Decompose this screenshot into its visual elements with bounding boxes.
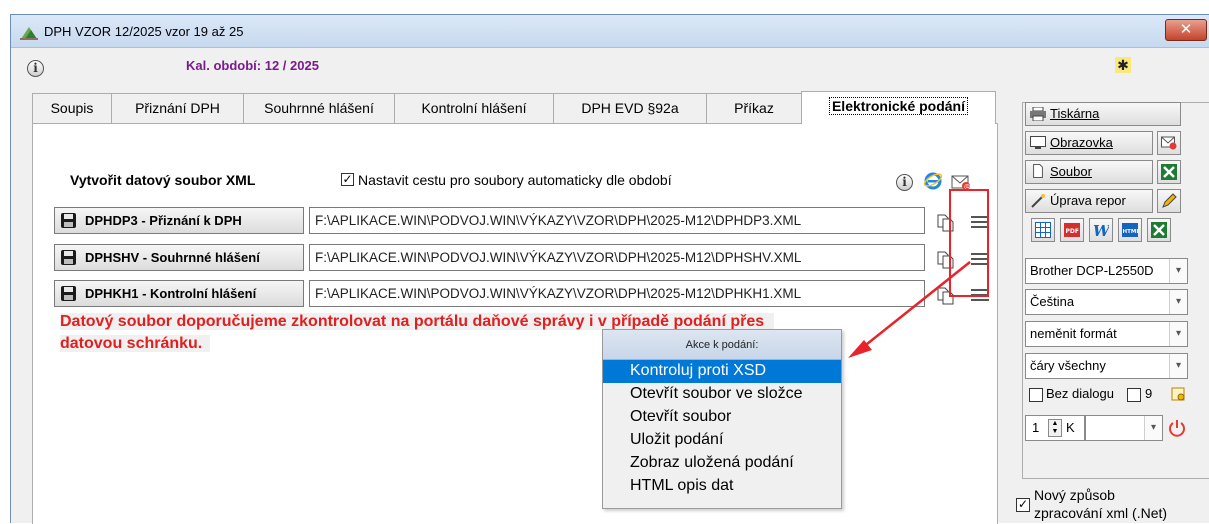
printer-icon (1030, 107, 1046, 121)
format-select[interactable]: neměnit formát ▾ (1025, 321, 1188, 347)
tab-soupis[interactable]: Soupis (32, 93, 112, 123)
new-xml-label-line2: zpracování xml (.Net) (1034, 505, 1168, 521)
tab-priznani-dph[interactable]: Přiznání DPH (111, 93, 244, 123)
svg-text:HTML: HTML (1123, 229, 1139, 235)
menu-item-show-saved[interactable]: Zobraz uložená podání (603, 452, 841, 475)
copies-spinner[interactable]: 1 ▲ ▼ K (1025, 415, 1085, 441)
tab-souhrnne-hlaseni[interactable]: Souhrnné hlášení (243, 93, 395, 123)
title-bar: DPH VZOR 12/2025 vzor 19 až 25 ✕ (11, 15, 1209, 48)
new-xml-checkbox[interactable]: ✓ (1016, 498, 1030, 512)
html-export-button[interactable]: HTML (1118, 218, 1142, 242)
help-info-icon[interactable]: i (896, 174, 913, 191)
info-icon[interactable]: i (27, 60, 44, 77)
design-report-button[interactable] (1157, 189, 1181, 213)
menu-item-open-file[interactable]: Otevřít soubor (603, 406, 841, 429)
menu-item-html-dump[interactable]: HTML opis dat (603, 475, 841, 498)
excel-output-button[interactable] (1157, 160, 1181, 184)
power-icon[interactable] (1168, 419, 1186, 437)
language-select[interactable]: Čeština ▾ (1025, 289, 1188, 315)
nine-label: 9 (1145, 386, 1153, 401)
window-title: DPH VZOR 12/2025 vzor 19 až 25 (44, 24, 244, 39)
tab-prikaz[interactable]: Příkaz (706, 93, 802, 123)
dphkh1-path-input[interactable]: F:\APLIKACE.WIN\PODVOJ.WIN\VÝKAZY\VZOR\D… (309, 280, 925, 307)
chevron-down-icon: ▾ (1169, 259, 1187, 283)
key-icon[interactable] (1170, 386, 1188, 404)
menu-item-open-folder[interactable]: Otevřít soubor ve složce (603, 383, 841, 406)
pencil-icon (1162, 193, 1177, 208)
table-icon (1035, 222, 1051, 238)
file-button[interactable]: Soubor (1025, 160, 1153, 184)
word-icon: W (1093, 222, 1109, 238)
excel-icon (1161, 164, 1177, 180)
menu-item-save-filing[interactable]: Uložit podání (603, 429, 841, 452)
tab-elektronicke-podani[interactable]: Elektronické podání (801, 91, 996, 124)
floppy-disk-icon (61, 250, 76, 265)
auto-path-checkbox[interactable]: ✓ (341, 173, 354, 186)
k-label: K (1066, 420, 1075, 435)
floppy-disk-icon (61, 286, 76, 301)
email-output-button[interactable] (1157, 131, 1181, 155)
excel-export-button[interactable] (1147, 218, 1171, 242)
dphdp3-export-button[interactable]: DPHDP3 - Přiznání k DPH (54, 207, 304, 234)
dphshv-path-input[interactable]: F:\APLIKACE.WIN\PODVOJ.WIN\VÝKAZY\VZOR\D… (309, 244, 925, 271)
wand-icon (1031, 194, 1045, 208)
highlight-box (949, 189, 989, 297)
menu-header: Akce k podání: (603, 330, 841, 360)
copies-value: 1 (1032, 420, 1040, 435)
chevron-down-icon: ▾ (1144, 416, 1162, 440)
chevron-down-icon: ▾ (1169, 354, 1187, 378)
file-icon (1033, 164, 1043, 178)
dphkh1-export-button[interactable]: DPHKH1 - Kontrolní hlášení (54, 280, 304, 307)
internet-explorer-icon[interactable] (923, 170, 943, 190)
spinner-arrows-icon[interactable]: ▲ ▼ (1048, 419, 1062, 437)
chevron-down-icon: ▾ (1169, 322, 1187, 346)
no-dialog-checkbox[interactable] (1029, 388, 1043, 402)
pdf-export-button[interactable]: PDF (1060, 218, 1084, 242)
monitor-icon (1030, 136, 1046, 149)
menu-item-validate-xsd[interactable]: Kontroluj proti XSD (603, 360, 841, 383)
tab-kontrolni-hlaseni[interactable]: Kontrolní hlášení (394, 93, 554, 123)
chevron-down-icon: ▾ (1169, 290, 1187, 314)
edit-report-button[interactable]: Úprava repor (1025, 189, 1153, 213)
dphshv-export-button[interactable]: DPHSHV - Souhrnné hlášení (54, 244, 304, 271)
app-icon (20, 27, 38, 40)
period-label: Kal. období: 12 / 2025 (186, 58, 319, 73)
printer-select[interactable]: Brother DCP-L2550D ▾ (1025, 258, 1188, 284)
html-icon: HTML (1122, 223, 1138, 237)
excel-icon (1151, 222, 1167, 238)
auto-path-label: Nastavit cestu pro soubory automaticky d… (358, 172, 672, 188)
new-xml-label-line1: Nový způsob (1034, 487, 1115, 503)
no-dialog-label: Bez dialogu (1046, 386, 1114, 401)
table-export-button[interactable] (1031, 218, 1055, 242)
nine-checkbox[interactable] (1127, 388, 1141, 402)
tab-dph-evd[interactable]: DPH EVD §92a (553, 93, 707, 123)
gear-icon[interactable]: ✱ (1115, 57, 1131, 73)
pdf-icon: PDF (1064, 223, 1080, 237)
dphdp3-path-input[interactable]: F:\APLIKACE.WIN\PODVOJ.WIN\VÝKAZY\VZOR\D… (309, 207, 925, 234)
svg-text:PDF: PDF (1066, 228, 1079, 235)
lines-select[interactable]: čáry všechny ▾ (1025, 353, 1188, 379)
email-icon (1161, 136, 1177, 150)
copies-unit-select[interactable]: ▾ (1085, 415, 1163, 441)
filing-actions-menu: Akce k podání: Kontroluj proti XSD Otevř… (602, 329, 842, 509)
word-export-button[interactable]: W (1089, 218, 1113, 242)
svg-text:W: W (1093, 222, 1109, 238)
print-button[interactable]: Tiskárna (1025, 102, 1181, 126)
screen-button[interactable]: Obrazovka (1025, 131, 1153, 155)
close-button[interactable]: ✕ (1165, 19, 1207, 41)
floppy-disk-icon (61, 213, 76, 228)
electronic-filing-panel: Vytvořit datový soubor XML ✓ Nastavit ce… (32, 123, 998, 524)
create-xml-label: Vytvořit datový soubor XML (70, 172, 256, 188)
